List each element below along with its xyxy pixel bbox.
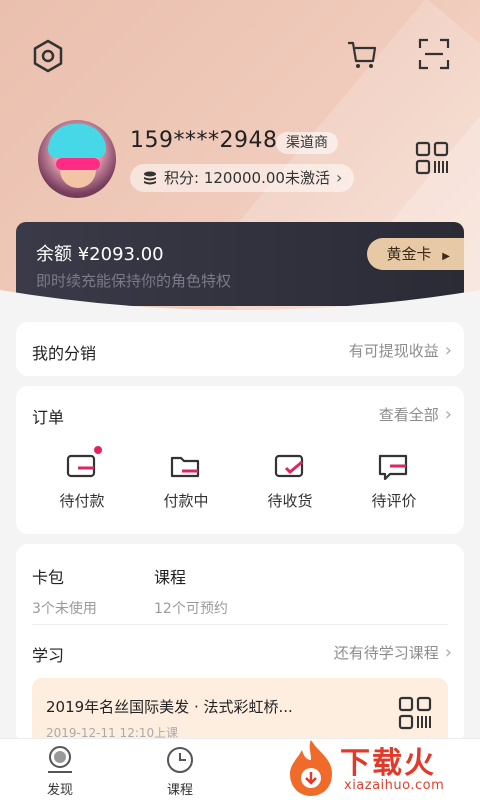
qr-code-icon[interactable] bbox=[414, 140, 450, 176]
chevron-right-icon: › bbox=[444, 340, 452, 361]
clock-icon bbox=[165, 745, 195, 775]
chevron-right-icon: › bbox=[444, 642, 452, 663]
course-title: 2019年名丝国际美发 · 法式彩虹桥... bbox=[46, 698, 293, 716]
role-badge: 渠道商 bbox=[276, 132, 338, 154]
course-stat[interactable]: 课程 12个可预约 bbox=[154, 564, 228, 618]
distribution-right-label: 有可提现收益 bbox=[348, 342, 439, 360]
box-check-icon bbox=[272, 452, 308, 482]
wallet-stat-sub: 3个未使用 bbox=[32, 601, 97, 617]
order-to-review[interactable]: 待评价 bbox=[354, 452, 434, 511]
scan-icon[interactable] bbox=[412, 34, 456, 74]
points-label: 积分: 120000.00未激活 bbox=[164, 169, 330, 187]
tab-label: 课程 bbox=[166, 783, 193, 798]
order-pending-payment[interactable]: 待付款 bbox=[42, 446, 122, 511]
study-card: 卡包 3个未使用 课程 12个可预约 学习 还有待学习课程 › 2019年名丝国… bbox=[16, 544, 464, 768]
order-label: 付款中 bbox=[163, 492, 209, 510]
distribution-title: 我的分销 bbox=[32, 344, 97, 363]
order-label: 待评价 bbox=[371, 492, 417, 510]
coins-icon bbox=[144, 171, 156, 185]
course-stat-sub: 12个可预约 bbox=[154, 601, 228, 617]
cart-icon[interactable] bbox=[342, 34, 382, 74]
orders-title: 订单 bbox=[32, 408, 65, 427]
discover-icon bbox=[45, 745, 75, 775]
notification-dot bbox=[94, 446, 102, 454]
distribution-row[interactable]: 我的分销 有可提现收益 › bbox=[16, 322, 464, 376]
comment-icon bbox=[376, 452, 412, 482]
watermark-logo: 下载火 xiazaihuo.com bbox=[282, 736, 478, 800]
qr-code-icon[interactable] bbox=[398, 696, 432, 730]
watermark-text: 下载火 bbox=[340, 746, 436, 781]
study-more-label: 还有待学习课程 bbox=[333, 644, 439, 662]
settings-icon[interactable] bbox=[28, 36, 68, 76]
points-pill[interactable]: 积分: 120000.00未激活 › bbox=[130, 164, 355, 192]
study-more-link[interactable]: 还有待学习课程 › bbox=[334, 642, 452, 663]
orders-view-all-label: 查看全部 bbox=[378, 406, 439, 424]
wallet-stat-title: 卡包 bbox=[32, 568, 65, 587]
wallet-icon bbox=[64, 446, 102, 482]
study-title: 学习 bbox=[32, 646, 65, 665]
wave-divider bbox=[0, 290, 480, 330]
user-phone: 159****2948 bbox=[130, 128, 278, 153]
tab-label: 发现 bbox=[46, 783, 73, 798]
chevron-right-icon: › bbox=[335, 168, 343, 187]
order-label: 待付款 bbox=[59, 492, 105, 510]
orders-card: 订单 查看全部 › 待付款 付款中 待收货 待评价 bbox=[16, 386, 464, 534]
watermark-url: xiazaihuo.com bbox=[344, 778, 445, 793]
order-to-receive[interactable]: 待收货 bbox=[250, 452, 330, 511]
orders-view-all[interactable]: 查看全部 › bbox=[379, 404, 452, 425]
wallet-stat[interactable]: 卡包 3个未使用 bbox=[32, 564, 97, 618]
order-label: 待收货 bbox=[267, 492, 313, 510]
folder-icon bbox=[168, 452, 204, 482]
avatar[interactable] bbox=[38, 120, 116, 198]
distribution-link[interactable]: 有可提现收益 › bbox=[349, 340, 452, 361]
flame-icon bbox=[290, 740, 332, 796]
order-paying[interactable]: 付款中 bbox=[146, 452, 226, 511]
divider bbox=[32, 624, 448, 625]
tab-course[interactable]: 课程 bbox=[150, 745, 210, 798]
tab-discover[interactable]: 发现 bbox=[30, 745, 90, 798]
chevron-right-icon: › bbox=[444, 404, 452, 425]
course-stat-title: 课程 bbox=[154, 568, 187, 587]
